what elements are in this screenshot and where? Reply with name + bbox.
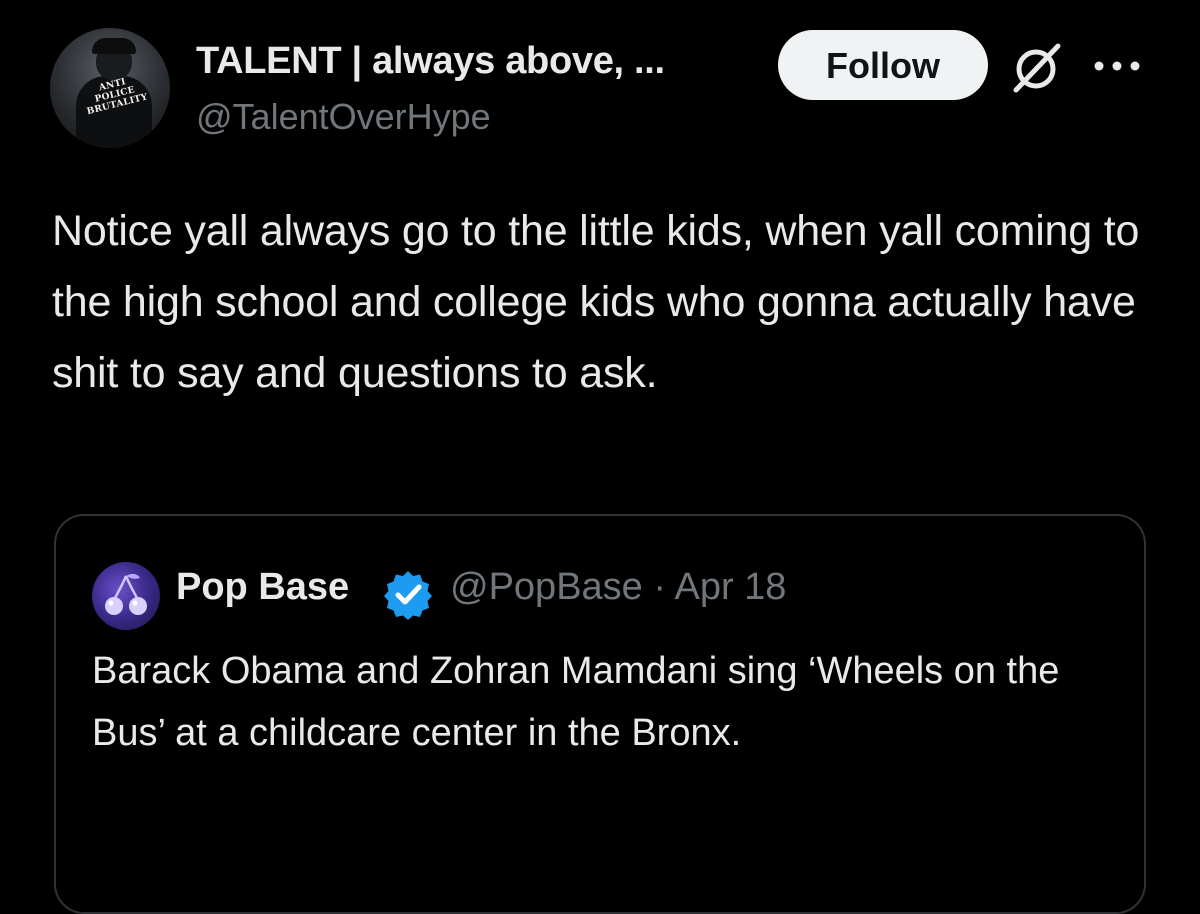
- more-icon[interactable]: [1092, 56, 1142, 76]
- quoted-author-avatar[interactable]: [92, 562, 160, 630]
- verified-badge-icon: [384, 571, 432, 620]
- author-avatar[interactable]: ANTI POLICE BRUTALITY: [50, 28, 170, 148]
- tweet: ANTI POLICE BRUTALITY TALENT | always ab…: [0, 0, 1200, 914]
- avatar-figure-cap: [92, 38, 136, 54]
- quoted-tweet-text: Barack Obama and Zohran Mamdani sing ‘Wh…: [92, 650, 1060, 754]
- grok-icon[interactable]: [1008, 40, 1064, 96]
- tweet-text: Notice yall always go to the little kids…: [52, 207, 1140, 397]
- follow-button[interactable]: Follow: [778, 30, 988, 100]
- author-display-name[interactable]: TALENT | always above, ...: [196, 40, 665, 83]
- quoted-handle-and-date[interactable]: @PopBase · Apr 18: [450, 566, 786, 609]
- quoted-author-name[interactable]: Pop Base: [176, 566, 349, 609]
- cherry-icon: [105, 573, 147, 615]
- author-handle[interactable]: @TalentOverHype: [196, 96, 491, 138]
- quoted-tweet-card[interactable]: Pop Base @PopBase · Apr 18 Barack Obama …: [54, 514, 1146, 914]
